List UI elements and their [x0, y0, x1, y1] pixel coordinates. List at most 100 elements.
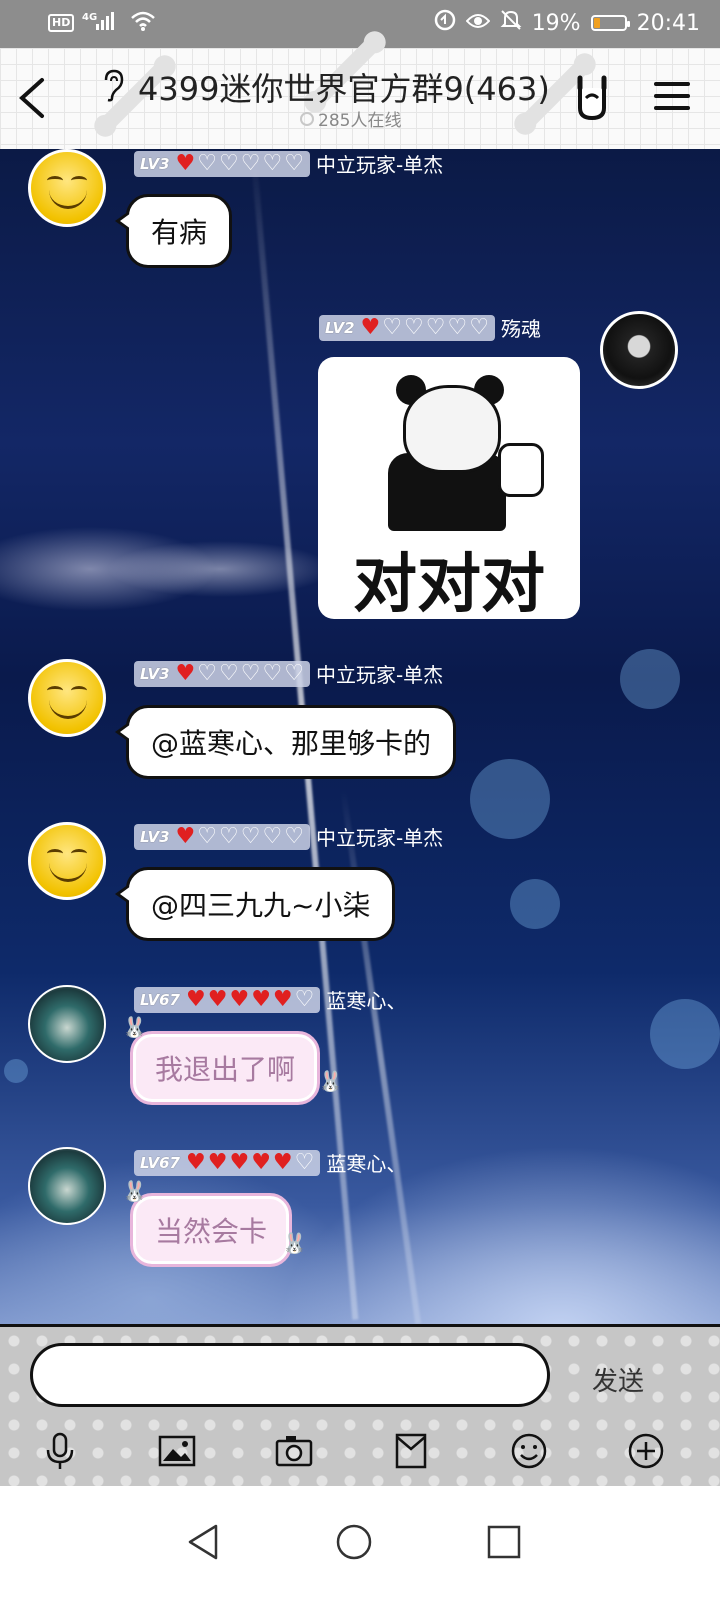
heart-empty-icon: ♡ — [219, 660, 239, 686]
avatar[interactable] — [600, 311, 678, 389]
input-panel: 发送 — [0, 1324, 720, 1489]
message-bubble[interactable]: 有病 — [114, 194, 233, 268]
avatar[interactable] — [28, 985, 106, 1063]
hd-icon: HD — [48, 14, 75, 32]
signal-icon: 4G — [82, 10, 122, 36]
avatar[interactable] — [28, 822, 106, 900]
plus-icon[interactable] — [626, 1431, 666, 1471]
heart-filled-icon: ♥ — [207, 986, 228, 1012]
heart-empty-icon: ♡ — [284, 150, 304, 176]
battery-icon — [590, 15, 630, 31]
heart-empty-icon: ♡ — [219, 150, 239, 176]
heart-filled-icon: ♥ — [229, 986, 250, 1012]
background-bokeh — [650, 999, 720, 1069]
message-bubble[interactable]: @蓝寒心、那里够卡的 — [114, 705, 457, 779]
message-input[interactable] — [30, 1343, 550, 1407]
heart-empty-icon: ♡ — [262, 823, 283, 849]
level-badge: LV3 ♥ ♡ ♡ ♡ ♡ ♡ — [134, 150, 310, 177]
level-badge: LV3 ♥ ♡ ♡ ♡ ♡ ♡ — [134, 660, 310, 687]
heart-empty-icon: ♡ — [469, 314, 489, 340]
bunny-decoration-icon: 🐰 — [282, 1231, 307, 1255]
network-label: 4G — [82, 12, 97, 23]
bunny-decoration-icon: 🐰 — [122, 1179, 147, 1203]
wifi-icon — [130, 10, 156, 36]
level-badge: LV67 ♥ ♥ ♥ ♥ ♥ ♡ — [134, 986, 321, 1013]
back-icon[interactable] — [14, 76, 54, 120]
background-bokeh — [4, 1059, 28, 1083]
emoji-icon[interactable] — [509, 1431, 549, 1471]
message-meta: LV3 ♥ ♡ ♡ ♡ ♡ ♡ 中立玩家-单杰 — [134, 149, 443, 178]
microphone-icon[interactable] — [40, 1431, 80, 1471]
heart-empty-icon: ♡ — [425, 314, 446, 340]
back-triangle-icon[interactable] — [184, 1522, 224, 1562]
tool-bar — [0, 1431, 720, 1479]
sender-nickname[interactable]: 蓝寒心、 — [326, 985, 406, 1014]
eye-icon — [465, 11, 491, 36]
group-title[interactable]: 4399迷你世界官方群9(463) — [138, 64, 550, 110]
ear-icon[interactable] — [100, 68, 128, 106]
message-meta: LV67 ♥ ♥ ♥ ♥ ♥ ♡ 蓝寒心、 — [134, 985, 406, 1014]
level-badge: LV67 ♥ ♥ ♥ ♥ ♥ ♡ — [134, 1149, 321, 1176]
heart-empty-icon: ♡ — [262, 660, 283, 686]
heart-empty-icon: ♡ — [294, 1149, 315, 1175]
heart-empty-icon: ♡ — [294, 986, 315, 1012]
heart-empty-icon: ♡ — [262, 150, 283, 176]
background-bokeh — [620, 649, 680, 709]
message-bubble[interactable]: @四三九九~小柒 — [114, 867, 396, 941]
heart-empty-icon: ♡ — [240, 660, 261, 686]
message-bubble[interactable]: 我退出了啊 — [130, 1031, 321, 1105]
background-bokeh — [510, 879, 560, 929]
battery-percent: 19% — [531, 10, 581, 36]
sender-nickname[interactable]: 蓝寒心、 — [326, 1148, 406, 1177]
battery-fill — [593, 18, 600, 28]
online-count: 285人在线 — [318, 111, 402, 131]
heart-filled-icon: ♥ — [207, 1149, 228, 1175]
avatar[interactable] — [28, 1147, 106, 1225]
message-bubble[interactable]: 当然会卡 — [130, 1193, 293, 1267]
heart-empty-icon: ♡ — [284, 823, 304, 849]
clock: 20:41 — [636, 10, 700, 36]
level-label: LV2 — [325, 318, 355, 337]
heart-empty-icon: ♡ — [197, 823, 218, 849]
chat-area[interactable]: LV3 ♥ ♡ ♡ ♡ ♡ ♡ 中立玩家-单杰 有病 LV2 ♥ ♡ ♡ ♡ ♡ ♡ 殇魂 对对对 … — [0, 149, 720, 1324]
envelope-icon[interactable] — [391, 1431, 431, 1471]
rock-hand-icon[interactable] — [570, 74, 614, 124]
title-row: 4399迷你世界官方群9(463) — [100, 64, 550, 110]
avatar[interactable] — [28, 659, 106, 737]
sender-nickname[interactable]: 中立玩家-单杰 — [316, 149, 443, 178]
heart-filled-icon: ♥ — [272, 986, 293, 1012]
heart-empty-icon: ♡ — [197, 660, 218, 686]
sender-nickname[interactable]: 殇魂 — [501, 313, 541, 342]
sticker-message[interactable]: 对对对 — [318, 357, 580, 619]
heart-filled-icon: ♥ — [251, 1149, 271, 1175]
heart-filled-icon: ♥ — [175, 660, 196, 686]
bunny-decoration-icon: 🐰 — [318, 1069, 343, 1093]
status-bar: HD 4G 19% 20:41 — [0, 0, 720, 48]
send-button[interactable]: 发送 — [592, 1361, 644, 1398]
camera-icon[interactable] — [274, 1431, 314, 1471]
level-label: LV3 — [140, 154, 170, 173]
level-badge: LV3 ♥ ♡ ♡ ♡ ♡ ♡ — [134, 823, 310, 850]
heart-empty-icon: ♡ — [284, 660, 304, 686]
bunny-decoration-icon: 🐰 — [122, 1015, 147, 1039]
heart-filled-icon: ♥ — [251, 986, 271, 1012]
message-meta: LV3 ♥ ♡ ♡ ♡ ♡ ♡ 中立玩家-单杰 — [134, 659, 443, 688]
data-saver-icon — [434, 9, 456, 37]
heart-filled-icon: ♥ — [229, 1149, 250, 1175]
online-count-row: 285人在线 — [300, 106, 401, 131]
message-meta: LV2 ♥ ♡ ♡ ♡ ♡ ♡ 殇魂 — [319, 313, 541, 342]
heart-empty-icon: ♡ — [382, 314, 403, 340]
level-badge: LV2 ♥ ♡ ♡ ♡ ♡ ♡ — [319, 314, 495, 341]
avatar[interactable] — [28, 149, 106, 227]
heart-empty-icon: ♡ — [240, 823, 261, 849]
heart-filled-icon: ♥ — [185, 1149, 206, 1175]
level-label: LV67 — [140, 990, 180, 1009]
home-circle-icon[interactable] — [334, 1522, 374, 1562]
recents-square-icon[interactable] — [484, 1522, 524, 1562]
sender-nickname[interactable]: 中立玩家-单杰 — [316, 822, 443, 851]
sender-nickname[interactable]: 中立玩家-单杰 — [316, 659, 443, 688]
thumbs-up-icon — [498, 443, 544, 497]
image-icon[interactable] — [157, 1431, 197, 1471]
menu-icon[interactable] — [654, 82, 690, 114]
message-meta: LV3 ♥ ♡ ♡ ♡ ♡ ♡ 中立玩家-单杰 — [134, 822, 443, 851]
